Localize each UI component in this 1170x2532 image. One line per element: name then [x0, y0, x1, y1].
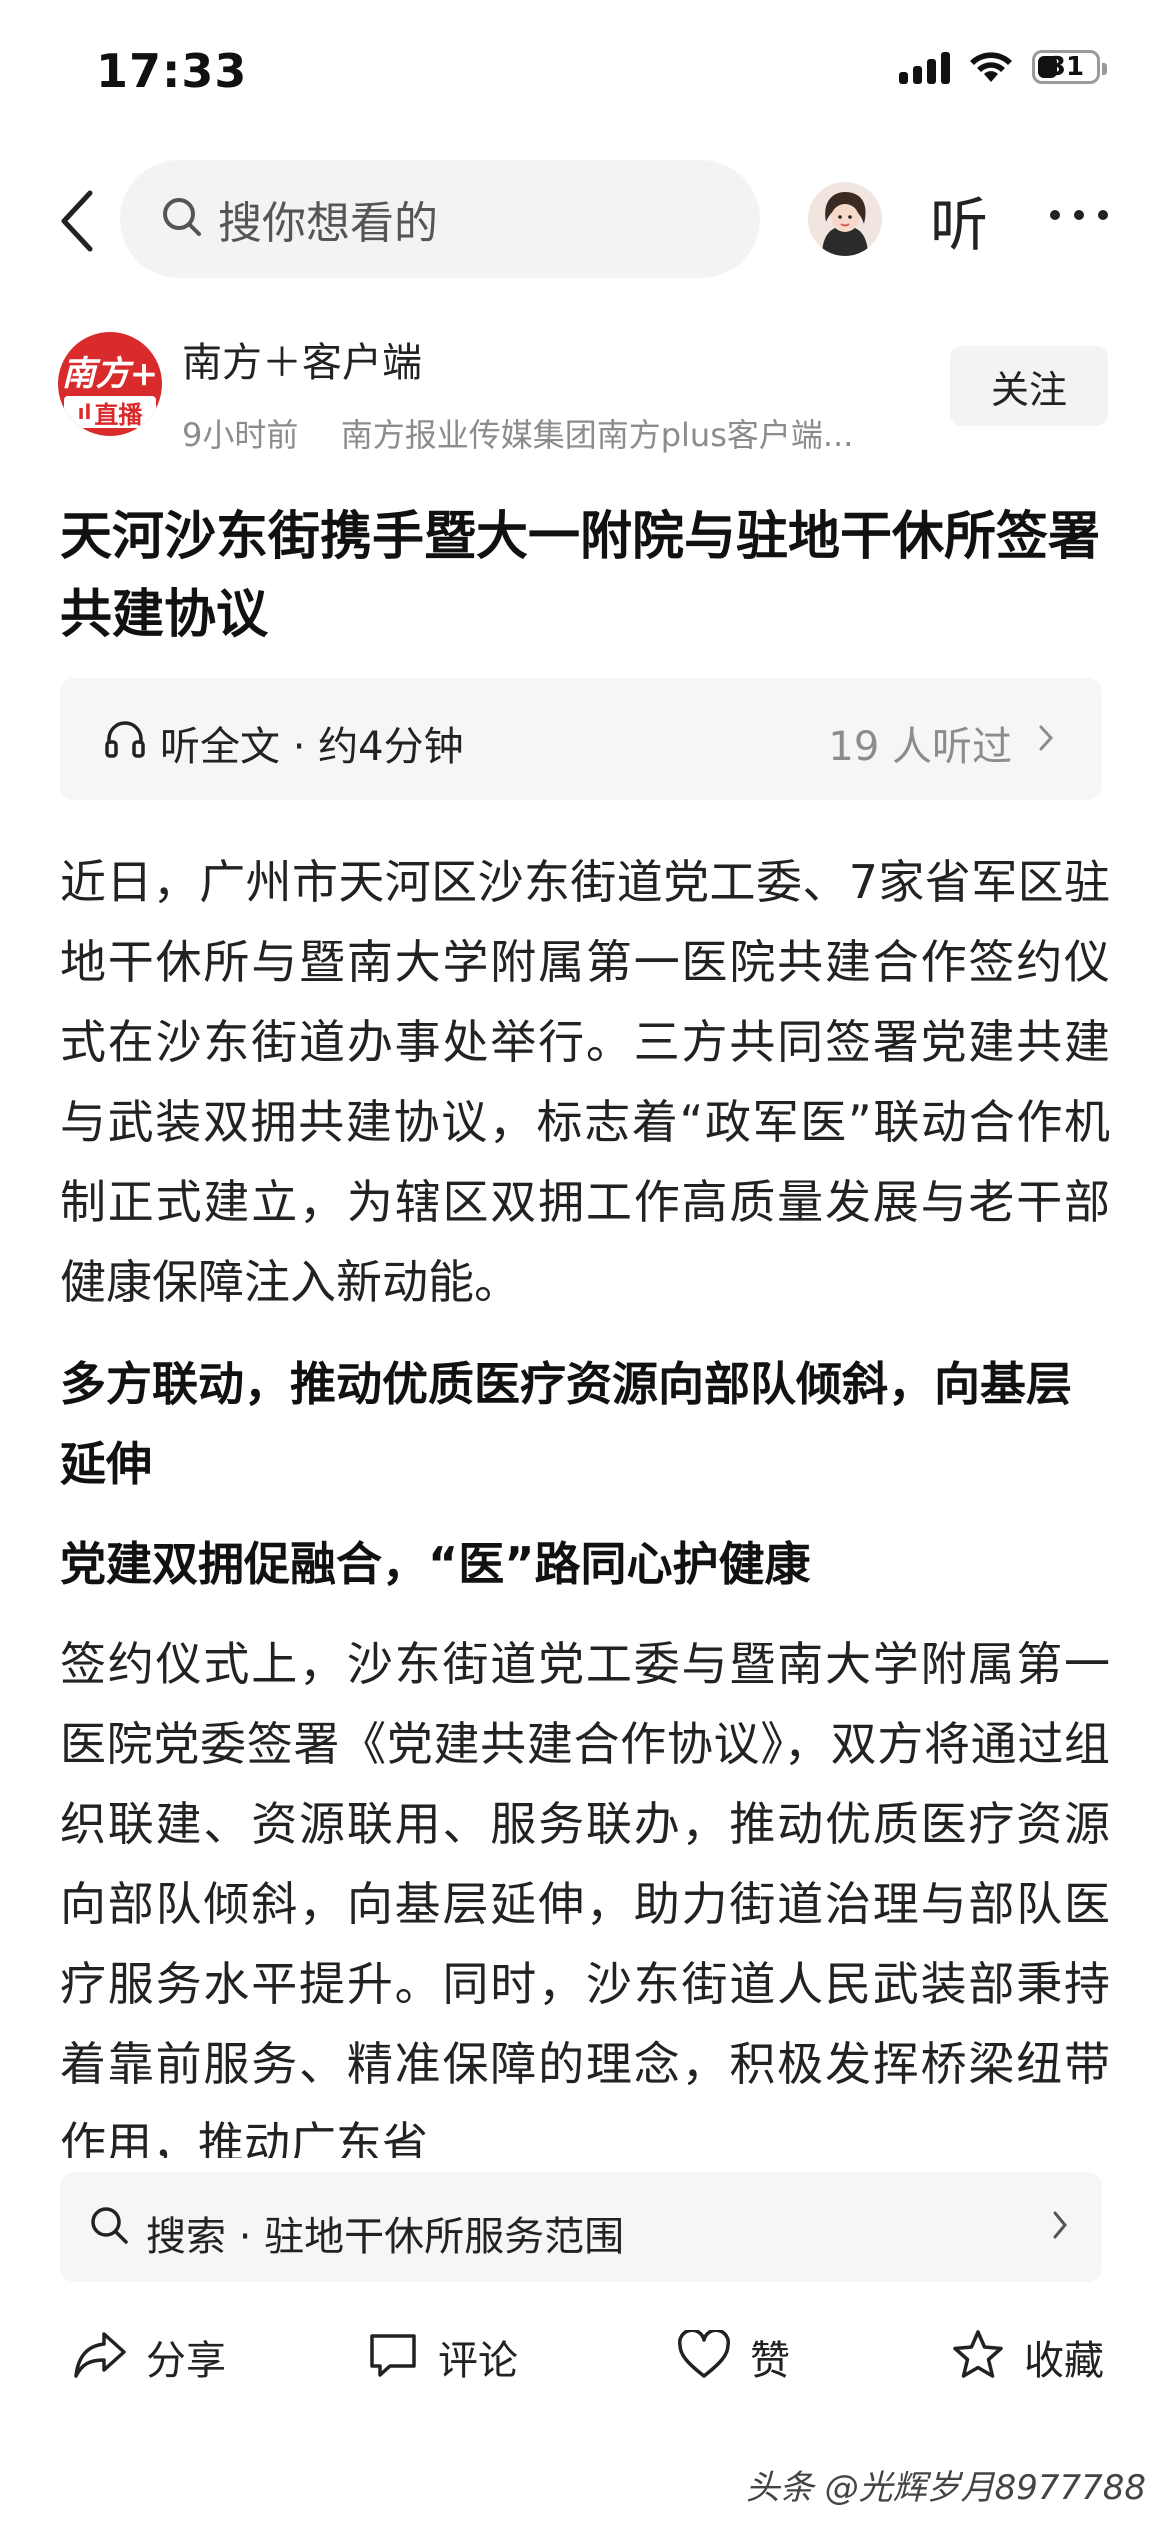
article-subheading: 党建双拥促融合，“医”路同心护健康: [60, 1537, 811, 1591]
wifi-icon: [968, 50, 1014, 84]
more-options-icon[interactable]: [1050, 210, 1108, 220]
author-meta: 9小时前 南方报业传媒集团南方plus客户端...: [182, 410, 853, 456]
article-body: 近日，广州市天河区沙东街道党工委、7家省军区驻地干休所与暨南大学附属第一医院共建…: [60, 842, 1110, 2158]
author-logo[interactable]: 南方+ ıl 直播: [58, 332, 162, 436]
listen-count: 19 人听过: [828, 724, 1012, 770]
headphone-icon: [104, 718, 146, 764]
listen-button[interactable]: 听: [930, 178, 988, 262]
search-icon: [88, 2204, 130, 2250]
listen-full-article-bar[interactable]: 听全文 · 约4分钟 19 人听过: [60, 678, 1102, 800]
search-placeholder: 搜你想看的: [218, 198, 438, 249]
watermark: 头条 @光辉岁月8977788: [745, 2468, 1146, 2508]
battery-icon: 31: [1032, 50, 1107, 84]
bottom-action-bar: 分享 评论 赞 收藏: [0, 2296, 1170, 2426]
related-search-label: 搜索 · 驻地干休所服务范围: [146, 2214, 625, 2260]
battery-level: 31: [1047, 52, 1085, 82]
article-paragraph: 签约仪式上，沙东街道党工委与暨南大学附属第一医院党委签署《党建共建合作协议》，双…: [60, 1637, 1110, 2158]
article-subheading: 多方联动，推动优质医疗资源向部队倾斜，向基层延伸: [60, 1357, 1072, 1491]
share-icon: [72, 2330, 128, 2384]
cellular-signal-icon: [899, 50, 950, 84]
comment-button[interactable]: 评论: [366, 2328, 518, 2386]
share-button[interactable]: 分享: [72, 2328, 226, 2386]
search-input[interactable]: 搜你想看的: [120, 160, 760, 278]
live-icon: ıl: [77, 400, 92, 424]
like-button[interactable]: 赞: [676, 2328, 790, 2386]
author-source: 南方报业传媒集团南方plus客户端...: [340, 416, 854, 454]
author-name[interactable]: 南方＋客户端: [182, 330, 422, 388]
publish-time: 9小时前: [182, 416, 299, 454]
status-time: 17:33: [96, 44, 248, 98]
article-title: 天河沙东街携手暨大一附院与驻地干休所签署共建协议: [60, 507, 1101, 645]
comment-icon: [366, 2330, 420, 2384]
listen-full-label: 听全文 · 约4分钟: [160, 724, 464, 770]
status-icons: 31: [899, 50, 1107, 84]
follow-button[interactable]: 关注: [950, 346, 1108, 426]
article-paragraph: 近日，广州市天河区沙东街道党工委、7家省军区驻地干休所与暨南大学附属第一医院共建…: [60, 855, 1110, 1309]
related-search-bar[interactable]: 搜索 · 驻地干休所服务范围: [60, 2172, 1102, 2282]
favorite-button[interactable]: 收藏: [950, 2328, 1104, 2386]
author-row: 南方+ ıl 直播 南方＋客户端 9小时前 南方报业传媒集团南方plus客户端.…: [0, 328, 1170, 458]
status-bar: 17:33 31: [0, 0, 1170, 150]
chevron-right-icon: [1052, 2210, 1068, 2244]
top-nav-bar: 搜你想看的 听: [0, 150, 1170, 290]
ai-assistant-avatar[interactable]: [808, 182, 882, 256]
logo-text: 南方+: [61, 354, 159, 394]
article-page: 17:33 31 搜你想看的 听 南方+ ıl 直播 南方＋客户端 9小时前 南…: [0, 0, 1170, 2532]
heart-icon: [676, 2328, 732, 2384]
chevron-right-icon: [1038, 724, 1054, 756]
star-icon: [950, 2328, 1006, 2386]
live-badge: ıl 直播: [64, 396, 156, 429]
back-arrow-icon[interactable]: [46, 186, 106, 256]
search-icon: [160, 195, 204, 243]
